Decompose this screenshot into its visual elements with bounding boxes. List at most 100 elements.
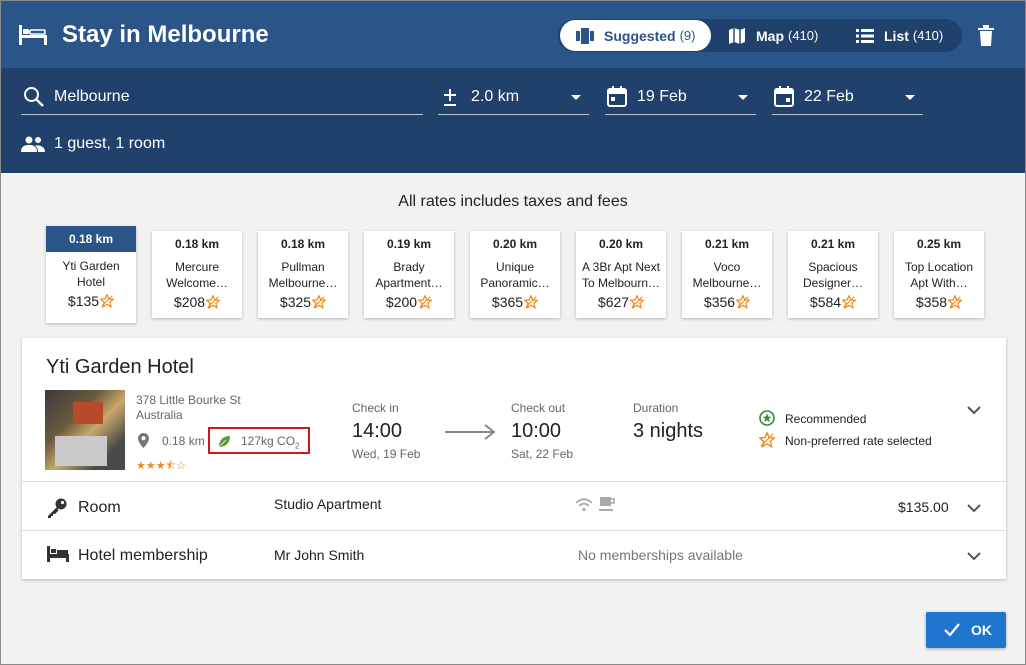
hotel-card[interactable]: 0.19 km Brady Apartment… $200 (364, 231, 454, 318)
hotel-card[interactable]: 0.25 km Top Location Apt With… $358 (894, 231, 984, 318)
search-bar: Melbourne 2.0 km 19 Feb 22 Feb 1 guest, … (1, 68, 1025, 173)
co2-value: 127kg CO (241, 434, 296, 448)
card-name-line2: Melbourne… (692, 276, 762, 290)
card-price-row: $358 (894, 294, 984, 310)
coffee-icon (599, 497, 615, 511)
chevron-down-icon[interactable] (967, 503, 981, 513)
card-name-line1: Top Location (904, 260, 974, 274)
non-preferred-star-icon (759, 432, 775, 448)
non-preferred-star-icon (524, 295, 539, 309)
checkmark-icon (944, 623, 960, 636)
card-price: $200 (385, 294, 418, 310)
card-name: Pullman Melbourne… (258, 259, 348, 291)
card-price: $365 (491, 294, 524, 310)
check-in-label: Check in (352, 401, 399, 415)
card-distance: 0.21 km (810, 237, 856, 251)
card-price-row: $200 (364, 294, 454, 310)
tab-label: Suggested (604, 27, 676, 44)
tab-count: (410) (788, 28, 819, 43)
app-window: Stay in Melbourne Suggested (9) Map (410… (0, 0, 1026, 665)
tab-count: (9) (679, 28, 696, 43)
search-icon (24, 87, 44, 107)
divider (22, 481, 1006, 482)
hotel-card[interactable]: 0.18 km Yti Garden Hotel $135 (46, 226, 136, 323)
non-preferred-star-icon (842, 295, 857, 309)
tab-suggested[interactable]: Suggested (9) (560, 20, 711, 51)
card-name-line2: Apt With… (910, 276, 968, 290)
card-distance: 0.19 km (386, 237, 432, 251)
hotel-card[interactable]: 0.18 km Mercure Welcome… $208 (152, 231, 242, 318)
tab-label: List (884, 27, 909, 44)
badge-label: Recommended (785, 412, 867, 426)
hotel-card[interactable]: 0.20 km Unique Panoramic… $365 (470, 231, 560, 318)
radius-select[interactable]: 2.0 km (438, 82, 589, 115)
tab-list[interactable]: List (410) (856, 20, 956, 51)
card-price: $208 (173, 294, 206, 310)
card-name-line1: Brady (393, 260, 425, 274)
card-name-line1: A 3Br Apt Next (581, 260, 661, 274)
guests-value: 1 guest, 1 room (54, 135, 166, 152)
star-rating: ★★★⯪☆ (136, 460, 186, 472)
card-name-line1: Spacious (808, 260, 858, 274)
check-in-date-select[interactable]: 19 Feb (605, 82, 756, 115)
bar-chart-icon (576, 27, 594, 44)
membership-note: No memberships available (578, 547, 743, 563)
membership-title: Hotel membership (78, 547, 208, 564)
card-name: Top Location Apt With… (894, 259, 984, 291)
hotel-card[interactable]: 0.21 km Spacious Designer… $584 (788, 231, 878, 318)
view-switcher: Suggested (9) Map (410) List (410) (558, 19, 962, 52)
non-preferred-star-icon (630, 295, 645, 309)
card-name-line2: Panoramic… (480, 276, 550, 290)
card-price: $325 (279, 294, 312, 310)
card-name-line2: To Melbourn… (581, 276, 661, 290)
card-name: Spacious Designer… (788, 259, 878, 291)
hotel-card[interactable]: 0.20 km A 3Br Apt Next To Melbourn… $627 (576, 231, 666, 318)
card-name-line2: Melbourne… (268, 276, 338, 290)
card-price-row: $208 (152, 294, 242, 310)
card-price-row: $627 (576, 294, 666, 310)
card-name: Brady Apartment… (364, 259, 454, 291)
non-preferred-star-icon (100, 294, 115, 308)
check-in-time: 14:00 (352, 420, 403, 442)
tab-count: (410) (912, 28, 944, 43)
recommended-star-icon (759, 410, 775, 426)
card-distance: 0.25 km (916, 237, 962, 251)
hotel-distance: 0.18 km (162, 434, 205, 448)
hotel-detail-panel: Yti Garden Hotel 378 Little Bourke St Au… (22, 338, 1006, 579)
card-distance: 0.20 km (598, 237, 644, 251)
location-pin-icon (138, 433, 149, 448)
trash-icon[interactable] (976, 25, 996, 47)
calendar-icon (607, 86, 627, 107)
rates-note: All rates includes taxes and fees (398, 193, 628, 210)
non-preferred-star-icon (736, 295, 751, 309)
hotel-address: 378 Little Bourke St Australia (136, 393, 241, 423)
card-price-row: $325 (258, 294, 348, 310)
hotel-card[interactable]: 0.18 km Pullman Melbourne… $325 (258, 231, 348, 318)
location-value: Melbourne (54, 88, 130, 105)
map-icon (729, 27, 745, 44)
card-distance: 0.18 km (46, 226, 136, 252)
radius-value: 2.0 km (471, 88, 520, 105)
hotel-card[interactable]: 0.21 km Voco Melbourne… $356 (682, 231, 772, 318)
check-out-value: 22 Feb (804, 88, 854, 105)
check-out-date-select[interactable]: 22 Feb (772, 82, 923, 115)
non-preferred-star-icon (418, 295, 433, 309)
chevron-down-icon (738, 95, 748, 100)
card-distance: 0.20 km (492, 237, 538, 251)
divider (22, 530, 1006, 531)
check-in-date: Wed, 19 Feb (352, 447, 421, 461)
tab-map[interactable]: Map (410) (728, 20, 838, 51)
card-price: $584 (809, 294, 842, 310)
hotel-name: Yti Garden Hotel (46, 356, 194, 378)
chevron-down-icon[interactable] (967, 551, 981, 561)
room-title: Room (78, 499, 121, 516)
chevron-down-icon[interactable] (967, 405, 981, 415)
card-name: Mercure Welcome… (152, 259, 242, 291)
people-icon (21, 136, 45, 152)
list-icon (856, 28, 874, 43)
location-input[interactable]: Melbourne (21, 82, 423, 115)
calendar-icon (774, 86, 794, 107)
card-name-line1: Yti Garden (62, 259, 120, 273)
card-name-line2: Designer… (802, 276, 864, 290)
ok-button[interactable]: OK (926, 612, 1006, 648)
